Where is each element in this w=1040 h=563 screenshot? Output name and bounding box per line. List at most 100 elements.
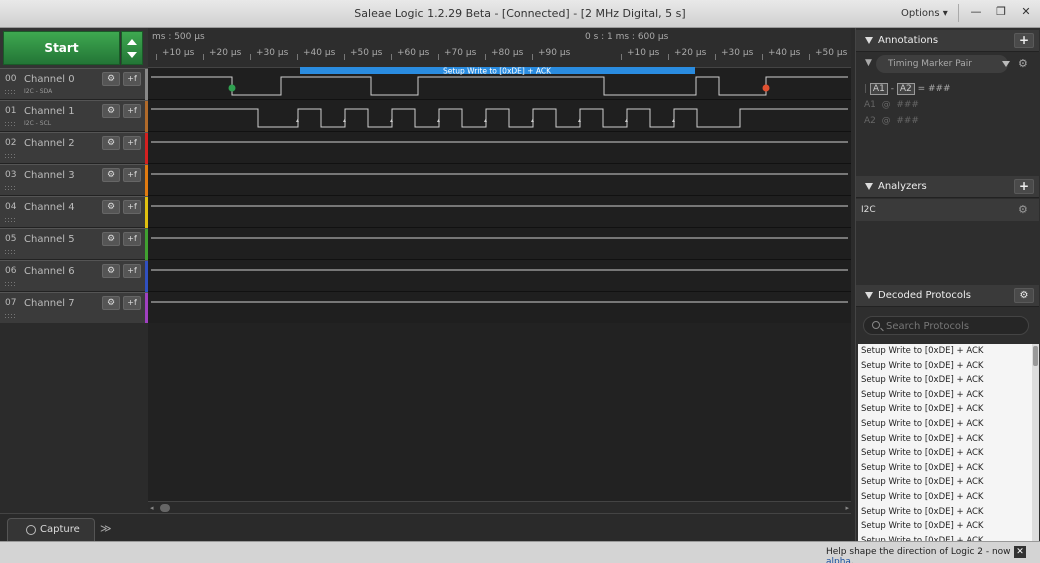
decoded-settings-button[interactable]: ⚙ (1014, 288, 1034, 303)
channel-settings-button[interactable]: ⚙ (102, 232, 120, 246)
gear-icon[interactable]: ⚙ (1018, 57, 1028, 70)
list-item[interactable]: Setup Write to [0xDE] + ACK (858, 505, 1032, 520)
horizontal-scrollbar[interactable]: ◂ ▸ (148, 501, 851, 513)
restore-button[interactable]: ❐ (991, 4, 1011, 20)
trigger-edge-button[interactable]: +f (123, 136, 141, 150)
svg-text:▴: ▴ (343, 117, 346, 124)
channel-name[interactable]: Channel 3 (24, 170, 75, 181)
analyzers-title: Analyzers (878, 181, 927, 192)
options-menu[interactable]: Options ▾ (901, 8, 948, 19)
collapse-icon (865, 37, 873, 44)
channel-row[interactable]: 01 Channel 1 I2C - SCL ⚙ +f (0, 100, 148, 132)
list-item[interactable]: Setup Write to [0xDE] + ACK (858, 359, 1032, 374)
analyzer-item-i2c[interactable]: I2C ⚙ (856, 199, 1039, 221)
minimize-button[interactable]: — (966, 4, 986, 20)
list-item[interactable]: Setup Write to [0xDE] + ACK (858, 461, 1032, 476)
channel-name[interactable]: Channel 2 (24, 138, 75, 149)
channel-name[interactable]: Channel 1 (24, 106, 75, 117)
arrow-up-icon (127, 39, 137, 45)
list-item[interactable]: Setup Write to [0xDE] + ACK (858, 475, 1032, 490)
capture-tab[interactable]: Capture (7, 518, 95, 542)
drag-handle-icon[interactable] (4, 281, 16, 287)
add-annotation-button[interactable]: + (1014, 33, 1034, 48)
channel-name[interactable]: Channel 7 (24, 298, 75, 309)
channel-row[interactable]: 02 Channel 2 ⚙ +f (0, 132, 148, 164)
timing-marker-row: ▼ Timing Marker Pair ⚙ (856, 55, 1039, 73)
title-separator (958, 4, 959, 22)
waveform-svg: Setup Write to [0xDE] + ACK ▴ ▴ ▴ ▴ ▴ ▴ ▴ ▴ ▴ (151, 67, 848, 303)
start-options-button[interactable] (121, 31, 143, 65)
decoded-protocols-header[interactable]: Decoded Protocols ⚙ (856, 285, 1039, 307)
list-item[interactable]: Setup Write to [0xDE] + ACK (858, 417, 1032, 432)
more-tabs-button[interactable]: ≫ (100, 522, 112, 535)
channel-analyzer-label: I2C - SCL (24, 120, 52, 127)
channel-settings-button[interactable]: ⚙ (102, 72, 120, 86)
scroll-thumb[interactable] (160, 504, 170, 512)
timing-marker-select[interactable]: Timing Marker Pair (876, 55, 1008, 73)
trigger-edge-button[interactable]: +f (123, 200, 141, 214)
marker-a2-tag[interactable]: A2 (896, 83, 915, 95)
list-item[interactable]: Setup Write to [0xDE] + ACK (858, 388, 1032, 403)
protocol-list-scrollbar[interactable] (1032, 344, 1039, 541)
channel-row[interactable]: 05 Channel 5 ⚙ +f (0, 228, 148, 260)
pin-icon[interactable]: ▼ (865, 58, 872, 68)
channel-settings-button[interactable]: ⚙ (102, 264, 120, 278)
analyzers-header[interactable]: Analyzers + (856, 176, 1039, 198)
channel-row[interactable]: 06 Channel 6 ⚙ +f (0, 260, 148, 292)
list-item[interactable]: Setup Write to [0xDE] + ACK (858, 519, 1032, 534)
trigger-edge-button[interactable]: +f (123, 104, 141, 118)
channel-settings-button[interactable]: ⚙ (102, 200, 120, 214)
measurement-dash: - (890, 84, 894, 94)
channel-settings-button[interactable]: ⚙ (102, 136, 120, 150)
svg-text:▴: ▴ (296, 117, 299, 124)
channel-row[interactable]: 00 Channel 0 I2C - SDA ⚙ +f (0, 68, 148, 100)
marker-a1-tag[interactable]: A1 (869, 83, 888, 95)
trigger-edge-button[interactable]: +f (123, 232, 141, 246)
drag-handle-icon[interactable] (4, 89, 16, 95)
channel-name[interactable]: Channel 5 (24, 234, 75, 245)
drag-handle-icon[interactable] (4, 121, 16, 127)
list-item[interactable]: Setup Write to [0xDE] + ACK (858, 432, 1032, 447)
channel-settings-button[interactable]: ⚙ (102, 104, 120, 118)
add-analyzer-button[interactable]: + (1014, 179, 1034, 194)
close-button[interactable]: ✕ (1016, 4, 1036, 20)
list-item[interactable]: Setup Write to [0xDE] + ACK (858, 344, 1032, 359)
trigger-edge-button[interactable]: +f (123, 264, 141, 278)
list-item[interactable]: Setup Write to [0xDE] + ACK (858, 446, 1032, 461)
channel-name[interactable]: Channel 0 (24, 74, 75, 85)
channel-row[interactable]: 07 Channel 7 ⚙ +f (0, 292, 148, 324)
scroll-thumb[interactable] (1033, 346, 1038, 366)
channel-row[interactable]: 04 Channel 4 ⚙ +f (0, 196, 148, 228)
waveform-area[interactable]: ms : 500 µs 0 s : 1 ms : 600 µs +10 µs +2… (148, 28, 851, 501)
search-input[interactable] (886, 319, 1026, 333)
channel-settings-button[interactable]: ⚙ (102, 296, 120, 310)
list-item[interactable]: Setup Write to [0xDE] + ACK (858, 534, 1032, 541)
channel-row[interactable]: 03 Channel 3 ⚙ +f (0, 164, 148, 196)
drag-handle-icon[interactable] (4, 185, 16, 191)
chevron-down-icon[interactable] (1002, 61, 1010, 67)
list-item[interactable]: Setup Write to [0xDE] + ACK (858, 373, 1032, 388)
gear-icon[interactable]: ⚙ (1018, 203, 1028, 216)
arrow-down-icon (127, 52, 137, 58)
channel-analyzer-label: I2C - SDA (24, 88, 53, 95)
trigger-edge-button[interactable]: +f (123, 168, 141, 182)
trigger-edge-button[interactable]: +f (123, 296, 141, 310)
channel-name[interactable]: Channel 6 (24, 266, 75, 277)
svg-text:▴: ▴ (390, 117, 393, 124)
trigger-edge-button[interactable]: +f (123, 72, 141, 86)
channel-number: 00 (5, 74, 17, 84)
drag-handle-icon[interactable] (4, 153, 16, 159)
list-item[interactable]: Setup Write to [0xDE] + ACK (858, 490, 1032, 505)
drag-handle-icon[interactable] (4, 313, 16, 319)
annotations-header[interactable]: Annotations + (856, 30, 1039, 52)
drag-handle-icon[interactable] (4, 249, 16, 255)
channel-name[interactable]: Channel 4 (24, 202, 75, 213)
drag-handle-icon[interactable] (4, 217, 16, 223)
start-button[interactable]: Start (3, 31, 120, 65)
scroll-left-icon[interactable]: ◂ (150, 504, 154, 512)
channel-settings-button[interactable]: ⚙ (102, 168, 120, 182)
dismiss-help-button[interactable]: ✕ (1014, 546, 1026, 558)
alpha-link[interactable]: alpha (826, 557, 851, 563)
scroll-right-icon[interactable]: ▸ (845, 504, 849, 512)
list-item[interactable]: Setup Write to [0xDE] + ACK (858, 402, 1032, 417)
